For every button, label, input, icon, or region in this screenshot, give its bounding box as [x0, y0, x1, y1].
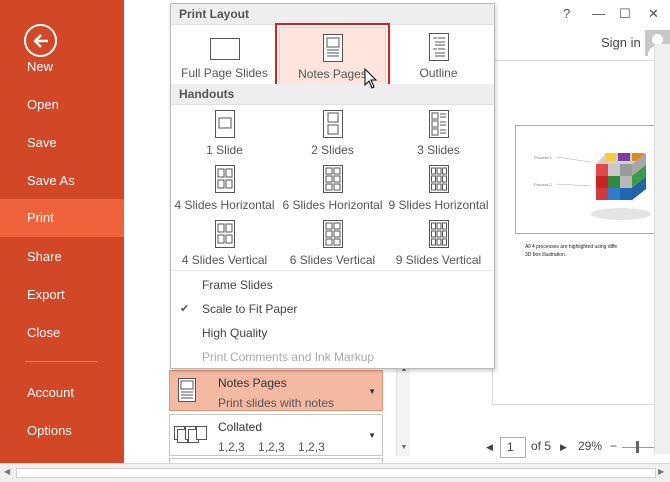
nine-slides-vertical-icon — [428, 220, 449, 248]
handout-9-horizontal[interactable]: 9 Slides Horizontal — [385, 161, 492, 223]
svg-text:Process 1: Process 1 — [534, 155, 553, 160]
high-quality-option[interactable]: High Quality — [202, 326, 267, 340]
option-label: 9 Slides Vertical — [395, 253, 482, 267]
preview-slide-thumbnail: Process 1 Process 2 — [515, 125, 661, 234]
handout-9-vertical[interactable]: 9 Slides Vertical — [385, 216, 492, 278]
handouts-header: Handouts — [171, 84, 494, 105]
mouse-cursor-icon — [364, 68, 378, 89]
nav-divider — [25, 361, 98, 362]
one-slide-handout-icon — [214, 110, 235, 138]
minimize-button[interactable]: — — [592, 6, 605, 21]
nav-account[interactable]: Account — [0, 374, 124, 412]
sign-in-link[interactable]: Sign in — [601, 35, 641, 50]
horizontal-scrollbar[interactable]: ◀ ▶ — [0, 463, 670, 482]
preview-notes-text: All 4 processes are highlighted using di… — [525, 244, 618, 258]
collate-subtitle: 1,2,3 1,2,3 1,2,3 — [218, 440, 325, 454]
full-page-slide-icon — [209, 38, 240, 60]
handout-3-slides[interactable]: 3 Slides — [385, 106, 492, 168]
nav-save-as[interactable]: Save As — [0, 162, 124, 200]
checkmark-icon: ✔ — [180, 303, 190, 315]
collated-pages-icon — [174, 426, 207, 443]
handout-4-horizontal[interactable]: 4 Slides Horizontal — [171, 161, 278, 223]
full-page-slides-option[interactable]: Full Page Slides — [171, 26, 278, 88]
nav-open[interactable]: Open — [0, 86, 124, 124]
preview-scrollbar[interactable] — [654, 44, 670, 454]
scroll-right-icon[interactable]: ▶ — [658, 467, 664, 476]
scale-to-fit-paper-option[interactable]: Scale to Fit Paper — [202, 302, 297, 316]
chevron-down-icon: ▼ — [368, 387, 376, 396]
four-slides-horizontal-icon — [214, 165, 235, 193]
menu-divider — [171, 270, 494, 271]
scroll-left-icon[interactable]: ◀ — [4, 467, 10, 476]
nav-print[interactable]: Print — [0, 199, 124, 237]
six-slides-vertical-icon — [322, 220, 343, 248]
restore-button[interactable]: ☐ — [619, 6, 631, 22]
outline-icon — [428, 33, 449, 61]
two-slides-handout-icon — [322, 110, 343, 138]
layout-subtitle: Print slides with notes — [218, 396, 335, 410]
help-button[interactable]: ? — [563, 6, 570, 21]
cube-illustration: Process 1 Process 2 — [534, 153, 651, 220]
backstage-sidebar: New Open Save Save As Print Share Export… — [0, 0, 124, 463]
chevron-down-icon: ▼ — [368, 431, 376, 440]
handout-1-slide[interactable]: 1 Slide — [171, 106, 278, 168]
print-layout-dropdown: Print Layout Full Page Slides Notes Page… — [170, 3, 495, 369]
collate-title: Collated — [218, 420, 263, 434]
handout-6-horizontal[interactable]: 6 Slides Horizontal — [279, 161, 386, 223]
print-comments-option: Print Comments and Ink Markup — [202, 350, 375, 364]
option-label: Outline — [419, 66, 458, 80]
outline-option[interactable]: Outline — [385, 26, 492, 88]
nav-export[interactable]: Export — [0, 276, 124, 314]
zoom-slider-thumb[interactable] — [636, 441, 639, 453]
next-page-icon[interactable]: ▶ — [560, 442, 567, 453]
option-label: 9 Slides Horizontal — [388, 198, 489, 212]
layout-title: Notes Pages — [218, 376, 287, 390]
collate-selector[interactable]: Collated 1,2,3 1,2,3 1,2,3 ▼ — [169, 414, 383, 456]
page-count-label: of 5 — [531, 439, 552, 453]
nav-save[interactable]: Save — [0, 124, 124, 162]
nav-options[interactable]: Options — [0, 412, 124, 450]
settings-scrollbar[interactable]: ▲ ▼ — [396, 362, 410, 456]
svg-text:Process 2: Process 2 — [534, 182, 553, 187]
frame-slides-option[interactable]: Frame Slides — [202, 278, 273, 292]
option-label: Full Page Slides — [181, 66, 268, 80]
zoom-level: 29% — [578, 439, 603, 453]
handout-2-slides[interactable]: 2 Slides — [279, 106, 386, 168]
handout-4-vertical[interactable]: 4 Slides Vertical — [171, 216, 278, 278]
print-layout-selector[interactable]: Notes Pages Print slides with notes ▼ — [169, 370, 383, 411]
nav-close[interactable]: Close — [0, 314, 124, 352]
scroll-thumb[interactable] — [16, 468, 656, 478]
notes-pages-icon — [178, 378, 196, 402]
nav-new[interactable]: New — [0, 48, 124, 86]
handout-6-vertical[interactable]: 6 Slides Vertical — [279, 216, 386, 278]
option-label: 3 Slides — [417, 143, 460, 157]
close-window-button[interactable]: ✕ — [648, 6, 659, 22]
print-layout-header: Print Layout — [171, 4, 494, 25]
scroll-down-icon[interactable]: ▼ — [397, 442, 411, 454]
notes-pages-icon — [322, 34, 343, 62]
nine-slides-horizontal-icon — [428, 165, 449, 193]
page-number-input[interactable]: 1 — [500, 437, 526, 458]
four-slides-vertical-icon — [214, 220, 235, 248]
zoom-out-button[interactable]: − — [610, 439, 617, 453]
three-slides-handout-icon — [428, 110, 449, 138]
six-slides-horizontal-icon — [322, 165, 343, 193]
prev-page-icon[interactable]: ◀ — [486, 442, 493, 453]
nav-share[interactable]: Share — [0, 238, 124, 276]
